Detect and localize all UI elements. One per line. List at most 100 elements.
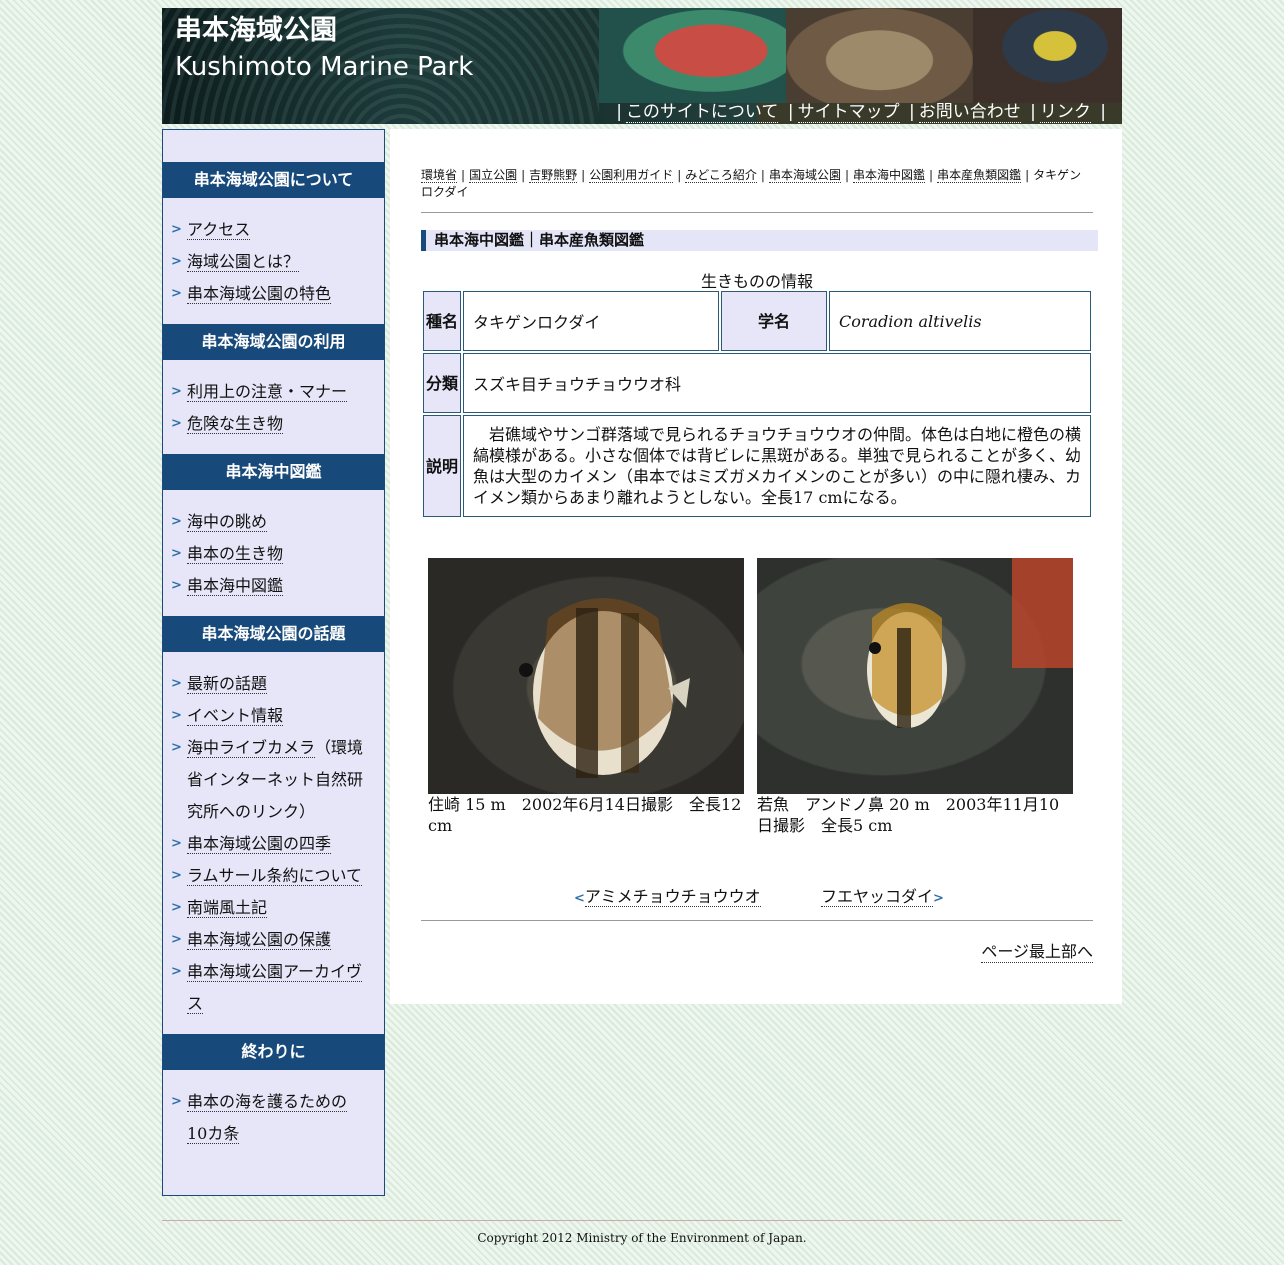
site-title-en: Kushimoto Marine Park	[175, 52, 474, 82]
photo-caption: 若魚 アンドノ鼻 20 m 2003年11月10日撮影 全長5 cm	[757, 795, 1060, 835]
sidebar-item-archives: > 串本海域公園アーカイヴス	[163, 956, 384, 1020]
sidebar-item-manners: > 利用上の注意・マナー	[163, 376, 384, 408]
sidebar-item-fudoki: > 南端風土記	[163, 892, 384, 924]
chevron-right-icon: >	[171, 514, 182, 529]
breadcrumb: 環境省 | 国立公園 | 吉野熊野 | 公園利用ガイド | みどころ紹介 | 串本海域公園 | 串本海中…	[421, 168, 1082, 199]
chevron-right-icon: >	[171, 932, 182, 947]
sidebar-item-protection: > 串本海域公園の保護	[163, 924, 384, 956]
label-scientific: 学名	[721, 291, 827, 351]
sidebar-link-what-is[interactable]: 海域公園とは？	[187, 252, 300, 272]
sidebar-item-seasons: > 串本海域公園の四季	[163, 828, 384, 860]
breadcrumb-encyclopedia[interactable]: 串本海中図鑑	[853, 168, 926, 183]
chevron-right-icon: >	[171, 964, 182, 979]
classification-value: スズキ目チョウチョウウオ科	[463, 353, 1091, 413]
page-top-link[interactable]: ページ最上部へ	[981, 938, 1093, 963]
sidebar-item-ten-rules: > 串本の海を護るための10カ条	[163, 1086, 384, 1150]
fish-illustration	[867, 558, 1073, 728]
header-photo-nudibranch	[973, 8, 1122, 103]
chevron-right-icon: >	[171, 416, 182, 431]
chevron-right-icon: >	[171, 708, 182, 723]
sidebar-link-ten-rules[interactable]: 串本の海を護るための10カ条	[187, 1092, 348, 1144]
chevron-right-icon: >	[171, 384, 182, 399]
label-species: 種名	[423, 291, 461, 351]
label-classification: 分類	[423, 353, 461, 413]
sidebar-list-usage: > 利用上の注意・マナー > 危険な生き物	[163, 360, 384, 454]
sidebar-item-events: > イベント情報	[163, 700, 384, 732]
nav-about[interactable]: このサイトについて	[625, 102, 779, 123]
footer-divider	[162, 1220, 1122, 1221]
sidebar-link-events[interactable]: イベント情報	[187, 706, 284, 726]
sidebar-heading-about: 串本海域公園について	[163, 162, 384, 198]
prev-species-link[interactable]: アミメチョウチョウウオ	[584, 887, 761, 907]
sidebar-link-protection[interactable]: 串本海域公園の保護	[187, 930, 332, 950]
site-header: 串本海域公園 Kushimoto Marine Park | このサイトについて …	[162, 8, 1122, 124]
top-navigation: | このサイトについて | サイトマップ | お問い合わせ | リンク |	[616, 102, 1106, 123]
table-row: 種名 タキゲンロクダイ 学名 Coradion altivelis	[423, 291, 1091, 351]
sidebar-link-dangerous[interactable]: 危険な生き物	[187, 414, 284, 434]
photo-caption: 住崎 15 m 2002年6月14日撮影 全長12 cm	[428, 795, 742, 835]
breadcrumb-fish-guide[interactable]: 串本産魚類図鑑	[937, 168, 1022, 183]
next-species: フエヤッコダイ>	[821, 883, 944, 907]
sidebar-item-view: > 海中の眺め	[163, 506, 384, 538]
site-logo[interactable]: 串本海域公園 Kushimoto Marine Park	[175, 13, 473, 85]
main-content: 環境省 | 国立公園 | 吉野熊野 | 公園利用ガイド | みどころ紹介 | 串本海域公園 | 串本海中…	[390, 129, 1122, 1004]
sidebar-link-seasons[interactable]: 串本海域公園の四季	[187, 834, 332, 854]
divider	[421, 920, 1093, 921]
header-photo-parrotfish	[599, 8, 786, 103]
sidebar: 串本海域公園について > アクセス > 海域公園とは？ > 串本海域公園の特色 串本海…	[162, 129, 385, 1196]
sidebar-item-ramsar: > ラムサール条約について	[163, 860, 384, 892]
prev-species: <アミメチョウチョウウオ	[574, 883, 761, 907]
sidebar-heading-encyclopedia: 串本海中図鑑	[163, 454, 384, 490]
sidebar-list-topics: > 最新の話題 > イベント情報 > 海中ライブカメラ（環境省インターネット自然研究所…	[163, 652, 384, 1034]
nav-links[interactable]: リンク	[1039, 102, 1091, 123]
label-description: 説明	[423, 415, 461, 517]
chevron-right-icon: >	[171, 222, 182, 237]
breadcrumb-marine-park[interactable]: 串本海域公園	[768, 168, 841, 183]
sidebar-item-dangerous: > 危険な生き物	[163, 408, 384, 440]
chevron-right-icon: >	[171, 1094, 182, 1109]
sidebar-link-ramsar[interactable]: ラムサール条約について	[187, 866, 363, 886]
chevron-left-icon: <	[574, 891, 585, 906]
sidebar-item-access: > アクセス	[163, 214, 384, 246]
sidebar-list-end: > 串本の海を護るための10カ条	[163, 1070, 384, 1164]
sidebar-link-features[interactable]: 串本海域公園の特色	[187, 284, 332, 304]
scientific-name: Coradion altivelis	[829, 291, 1091, 351]
sidebar-link-access[interactable]: アクセス	[187, 220, 251, 240]
site-title-jp: 串本海域公園	[175, 15, 337, 46]
table-row: 説明 岩礁域やサンゴ群落域で見られるチョウチョウウオの仲間。体色は白地に橙色の横…	[423, 415, 1091, 517]
sidebar-list-encyclopedia: > 海中の眺め > 串本の生き物 > 串本海中図鑑	[163, 490, 384, 616]
sidebar-link-latest[interactable]: 最新の話題	[187, 674, 268, 694]
sidebar-link-creatures[interactable]: 串本の生き物	[187, 544, 284, 564]
next-species-link[interactable]: フエヤッコダイ	[821, 887, 934, 907]
chevron-right-icon: >	[171, 578, 182, 593]
sidebar-item-guide: > 串本海中図鑑	[163, 570, 384, 602]
fish-illustration	[519, 598, 690, 778]
sidebar-heading-end: 終わりに	[163, 1034, 384, 1070]
breadcrumb-moe[interactable]: 環境省	[421, 168, 458, 183]
chevron-right-icon: >	[171, 900, 182, 915]
sidebar-item-latest: > 最新の話題	[163, 668, 384, 700]
sidebar-link-view[interactable]: 海中の眺め	[187, 512, 268, 532]
sidebar-link-manners[interactable]: 利用上の注意・マナー	[187, 382, 348, 402]
sidebar-item-what-is: > 海域公園とは？	[163, 246, 384, 278]
species-info-table: 種名 タキゲンロクダイ 学名 Coradion altivelis 分類 スズキ…	[421, 289, 1093, 519]
copyright: Copyright 2012 Ministry of the Environme…	[477, 1231, 807, 1245]
nav-contact[interactable]: お問い合わせ	[918, 102, 1021, 123]
sidebar-item-livecam: > 海中ライブカメラ（環境省インターネット自然研究所へのリンク）	[163, 732, 384, 828]
breadcrumb-highlights[interactable]: みどころ紹介	[685, 168, 757, 183]
sidebar-link-livecam[interactable]: 海中ライブカメラ	[187, 738, 316, 758]
sidebar-link-guide[interactable]: 串本海中図鑑	[187, 576, 284, 596]
fish-photo-juvenile	[757, 558, 1073, 794]
sidebar-item-features: > 串本海域公園の特色	[163, 278, 384, 310]
divider	[421, 212, 1093, 213]
breadcrumb-usage-guide[interactable]: 公園利用ガイド	[589, 168, 674, 183]
chevron-right-icon: >	[171, 836, 182, 851]
sidebar-heading-usage: 串本海域公園の利用	[163, 324, 384, 360]
breadcrumb-national-parks[interactable]: 国立公園	[469, 168, 518, 183]
chevron-right-icon: >	[171, 676, 182, 691]
sidebar-link-archives[interactable]: 串本海域公園アーカイヴス	[187, 962, 363, 1014]
breadcrumb-yoshino-kumano[interactable]: 吉野熊野	[529, 168, 578, 183]
chevron-right-icon: >	[171, 740, 182, 755]
sidebar-link-fudoki[interactable]: 南端風土記	[187, 898, 268, 918]
nav-sitemap[interactable]: サイトマップ	[797, 102, 900, 123]
